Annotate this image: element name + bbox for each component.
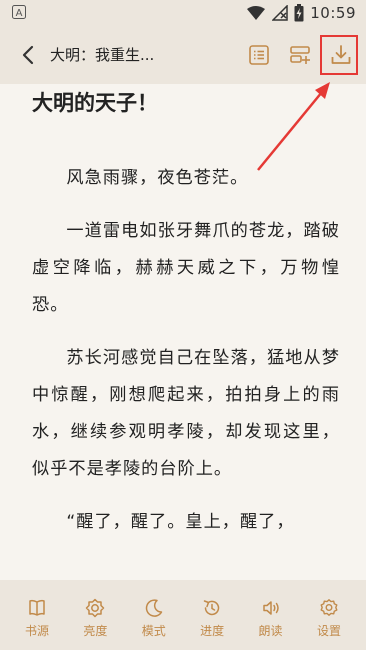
back-arrow-icon[interactable] — [18, 44, 40, 66]
status-icons: 10:59 — [246, 3, 356, 23]
wifi-icon — [247, 6, 266, 20]
gear-icon — [320, 599, 338, 616]
progress-button[interactable]: 进度 — [183, 580, 241, 650]
mode-label: 模式 — [141, 624, 166, 638]
status-time: 10:59 — [310, 4, 356, 22]
paragraph: “醒了，醒了。皇上，醒了， — [66, 512, 295, 532]
reader-bottom-bar: 书源 亮度 模式 进度 朗读 设置 — [0, 580, 366, 650]
read-aloud-label: 朗读 — [258, 624, 283, 638]
brightness-icon — [86, 598, 105, 618]
progress-label: 进度 — [200, 624, 225, 638]
book-source-icon — [29, 599, 45, 616]
reading-content: 大明的天子！ 风急雨骤，夜色苍茫。 一道雷电如张牙舞爪的苍龙，踏破虚空降临，赫赫… — [32, 88, 340, 541]
no-signal-icon — [272, 5, 289, 21]
settings-button[interactable]: 设置 — [300, 580, 358, 650]
reader-top-bar: 大明：我重生... — [0, 26, 366, 84]
add-to-shelf-icon[interactable] — [287, 42, 313, 68]
speaker-icon — [262, 601, 279, 615]
paragraph: 一道雷电如张牙舞爪的苍龙，踏破虚空降临，赫赫天威之下，万物惶恐。 — [32, 221, 340, 315]
svg-text:A: A — [16, 8, 23, 19]
download-highlight-box — [320, 35, 358, 75]
progress-icon — [203, 600, 220, 616]
book-title: 大明：我重生... — [50, 46, 155, 64]
paragraph: 风急雨骤，夜色苍茫。 — [66, 168, 249, 188]
settings-label: 设置 — [316, 624, 341, 638]
chapter-title: 大明的天子！ — [32, 91, 158, 115]
book-source-button[interactable]: 书源 — [8, 580, 66, 650]
brightness-label: 亮度 — [83, 624, 108, 638]
catalog-icon[interactable] — [246, 42, 272, 68]
moon-icon — [145, 599, 163, 617]
app-notification-icon: A — [12, 5, 26, 19]
paragraph: 苏长河感觉自己在坠落，猛地从梦中惊醒，刚想爬起来，拍拍身上的雨水，继续参观明孝陵… — [32, 348, 340, 479]
read-aloud-button[interactable]: 朗读 — [242, 580, 300, 650]
brightness-button[interactable]: 亮度 — [66, 580, 124, 650]
book-source-label: 书源 — [24, 624, 49, 638]
status-bar: A 10:59 — [0, 0, 366, 26]
mode-button[interactable]: 模式 — [125, 580, 183, 650]
battery-charging-icon — [294, 4, 304, 22]
